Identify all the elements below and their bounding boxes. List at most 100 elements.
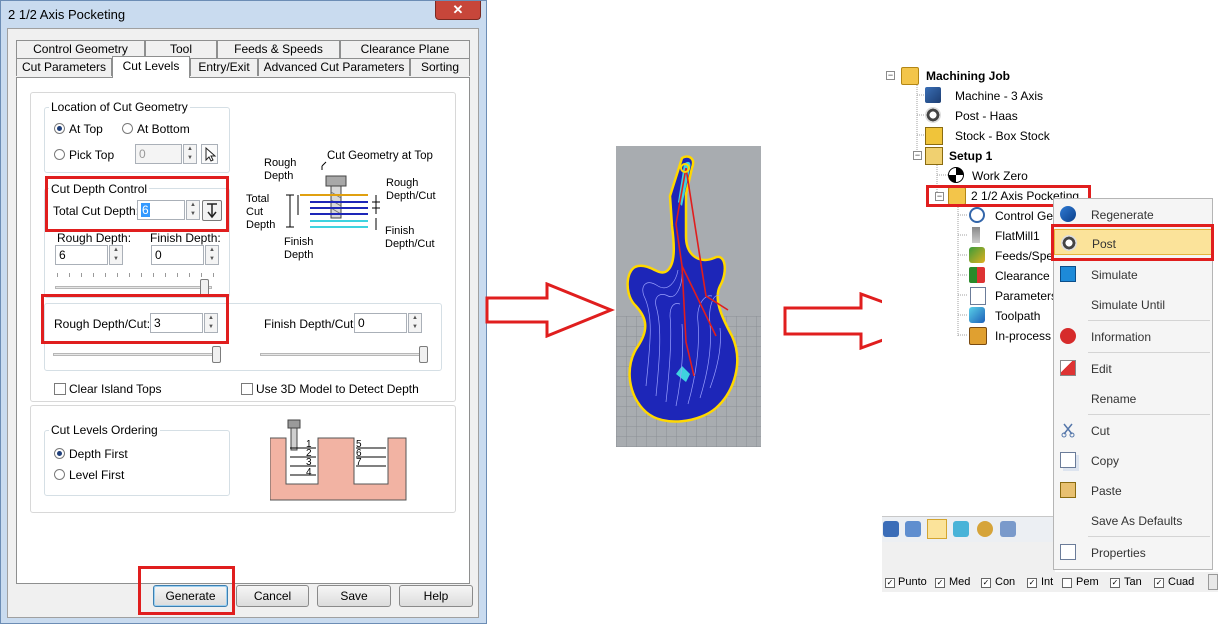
filter-checkbox-con[interactable]: ✓ (981, 578, 991, 588)
menu-item-paste[interactable]: Paste (1054, 477, 1212, 503)
at-bottom-radio[interactable] (122, 123, 133, 134)
location-group-label: Location of Cut Geometry (49, 100, 190, 114)
finish-depth-spinner[interactable]: ▲ ▼ (205, 245, 219, 265)
tree-flatmill[interactable]: FlatMill1 (995, 229, 1040, 243)
tree-clearance[interactable]: Clearance (995, 269, 1050, 283)
menu-separator (1088, 536, 1210, 537)
pick-cursor-button[interactable] (201, 144, 218, 164)
menu-separator (1088, 320, 1210, 321)
toolbar-active-icon[interactable] (927, 519, 947, 539)
clear-island-tops-checkbox[interactable] (54, 383, 66, 395)
use-3d-model-checkbox[interactable] (241, 383, 253, 395)
rough-depth-input[interactable]: 6 (55, 245, 108, 265)
filter-checkbox-med[interactable]: ✓ (935, 578, 945, 588)
save-button[interactable]: Save (317, 585, 391, 607)
cancel-button[interactable]: Cancel (236, 585, 309, 607)
menu-item-cut[interactable]: Cut (1054, 417, 1212, 443)
filter-checkbox-tan[interactable]: ✓ (1110, 578, 1120, 588)
menu-item-edit[interactable]: Edit (1054, 355, 1212, 381)
parameters-icon (970, 287, 986, 305)
scissors-icon (1060, 422, 1076, 438)
paste-icon (1060, 482, 1076, 498)
tree-work-zero[interactable]: Work Zero (972, 169, 1028, 183)
feeds-speeds-icon (969, 247, 985, 263)
tree-post[interactable]: Post - Haas (955, 109, 1018, 123)
depth-slider-track (55, 286, 212, 289)
rough-cut-slider-thumb[interactable] (212, 346, 221, 363)
toolbar-sim-icon[interactable] (953, 521, 969, 537)
filter-tan: Tan (1124, 576, 1142, 588)
tree-parameters[interactable]: Parameters (995, 289, 1057, 303)
tree-setup[interactable]: Setup 1 (949, 149, 992, 163)
rough-depth-spinner[interactable]: ▲ ▼ (109, 245, 123, 265)
menu-label: Properties (1091, 546, 1146, 560)
expand-toggle[interactable]: − (886, 71, 895, 80)
tree-toolpath[interactable]: Toolpath (995, 309, 1040, 323)
finish-cut-slider-thumb[interactable] (419, 346, 428, 363)
expand-toggle[interactable]: − (913, 151, 922, 160)
menu-label: Rename (1091, 392, 1137, 406)
menu-label: Paste (1091, 484, 1122, 498)
tab-sorting[interactable]: Sorting (410, 58, 470, 76)
filter-checkbox-int[interactable]: ✓ (1027, 578, 1037, 588)
menu-item-rename[interactable]: Rename (1054, 385, 1212, 411)
tree-machine[interactable]: Machine - 3 Axis (955, 89, 1043, 103)
pick-top-input[interactable]: 0 (135, 144, 182, 164)
at-bottom-label: At Bottom (137, 122, 190, 136)
level-first-radio[interactable] (54, 469, 65, 480)
filter-checkbox-pem[interactable] (1062, 578, 1072, 588)
tree-control-geometry[interactable]: Control Ge (995, 209, 1053, 223)
menu-item-properties[interactable]: Properties (1054, 539, 1212, 565)
ordering-diagram: 1 2 3 4 5 6 7 (270, 419, 407, 501)
menu-item-simulate-until[interactable]: Simulate Until (1054, 291, 1212, 317)
depth-first-label: Depth First (69, 447, 128, 461)
toolbar-tool-icon[interactable] (905, 521, 921, 537)
tree-root[interactable]: Machining Job (926, 69, 1010, 83)
tab-feeds-speeds[interactable]: Feeds & Speeds (217, 40, 340, 58)
tab-advanced-cut-parameters[interactable]: Advanced Cut Parameters (258, 58, 410, 76)
finish-depth-cut-spinner[interactable]: ▲ ▼ (408, 313, 422, 333)
diagram-finish-depth-cut: Finish Depth/Cut (385, 225, 435, 250)
menu-item-information[interactable]: Information (1054, 323, 1212, 349)
menu-item-simulate[interactable]: Simulate (1054, 261, 1212, 287)
tree-feeds-speeds[interactable]: Feeds/Spee (995, 249, 1060, 263)
pick-top-label: Pick Top (69, 148, 115, 162)
depth-first-radio[interactable] (54, 448, 65, 459)
menu-item-copy[interactable]: Copy (1054, 447, 1212, 473)
filter-pem: Pem (1076, 576, 1099, 588)
tree-stock[interactable]: Stock - Box Stock (955, 129, 1050, 143)
at-top-label: At Top (69, 122, 103, 136)
toolbar-stock-icon[interactable] (977, 521, 993, 537)
pick-top-radio[interactable] (54, 149, 65, 160)
menu-separator (1088, 414, 1210, 415)
work-zero-icon (948, 167, 964, 183)
tab-join (113, 76, 189, 79)
menu-label: Simulate Until (1091, 298, 1166, 312)
dialog-title: 2 1/2 Axis Pocketing (8, 7, 126, 22)
setup-icon (925, 147, 943, 165)
filter-checkbox-punto[interactable]: ✓ (885, 578, 895, 588)
finish-depth-input[interactable]: 0 (151, 245, 204, 265)
annotation-rough-depth-cut (41, 294, 229, 344)
filter-punto: Punto (898, 576, 927, 588)
pick-top-spinner[interactable]: ▲ ▼ (183, 144, 197, 164)
at-top-radio[interactable] (54, 123, 65, 134)
filter-checkbox-cuad[interactable]: ✓ (1154, 578, 1164, 588)
tab-clearance-plane[interactable]: Clearance Plane (340, 40, 470, 58)
tab-cut-parameters[interactable]: Cut Parameters (16, 58, 112, 76)
toolbar-toolpath-icon[interactable] (883, 521, 899, 537)
toolbar-axis-icon[interactable] (1000, 521, 1016, 537)
help-button[interactable]: Help (399, 585, 473, 607)
finish-depth-label: Finish Depth: (150, 231, 221, 245)
tab-entry-exit[interactable]: Entry/Exit (190, 58, 258, 76)
finish-cut-slider-track (260, 353, 428, 356)
tab-cut-levels[interactable]: Cut Levels (112, 56, 190, 78)
folder-icon (901, 67, 919, 85)
cursor-icon (205, 146, 217, 162)
filter-scroll-button[interactable] (1208, 574, 1218, 590)
menu-label: Simulate (1091, 268, 1138, 282)
menu-item-save-as-defaults[interactable]: Save As Defaults (1054, 507, 1212, 533)
close-button[interactable]: ✕ (435, 1, 481, 20)
finish-depth-cut-input[interactable]: 0 (354, 313, 407, 333)
tree-in-process[interactable]: In-process (995, 329, 1051, 343)
